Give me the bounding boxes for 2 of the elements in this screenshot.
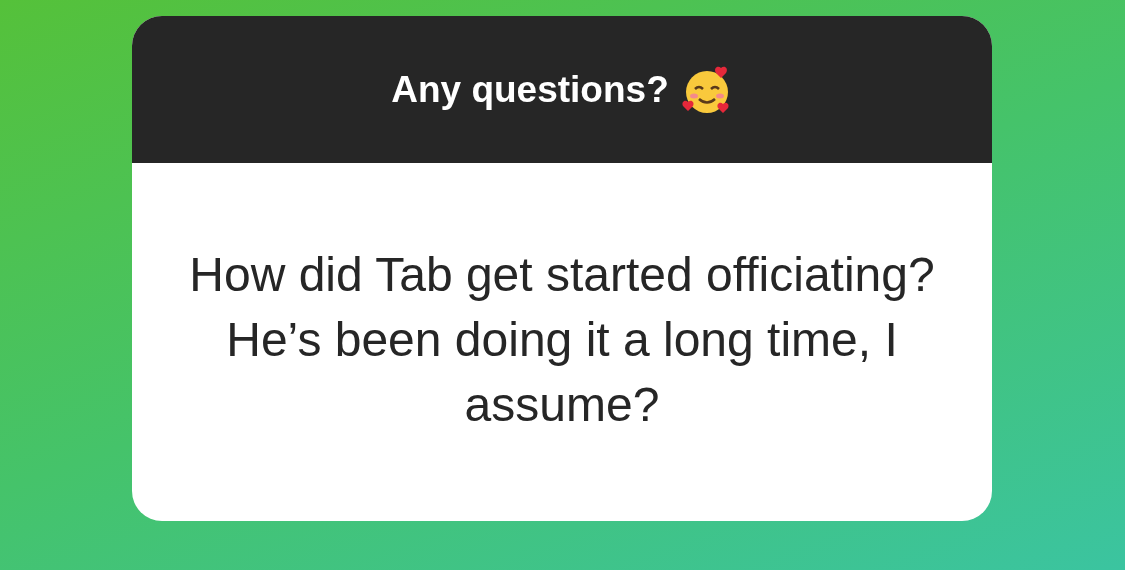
sticker-title: Any questions? [391,68,669,111]
question-text: How did Tab get started officiating? He’s been doing it a long time, I assume? [188,246,936,433]
